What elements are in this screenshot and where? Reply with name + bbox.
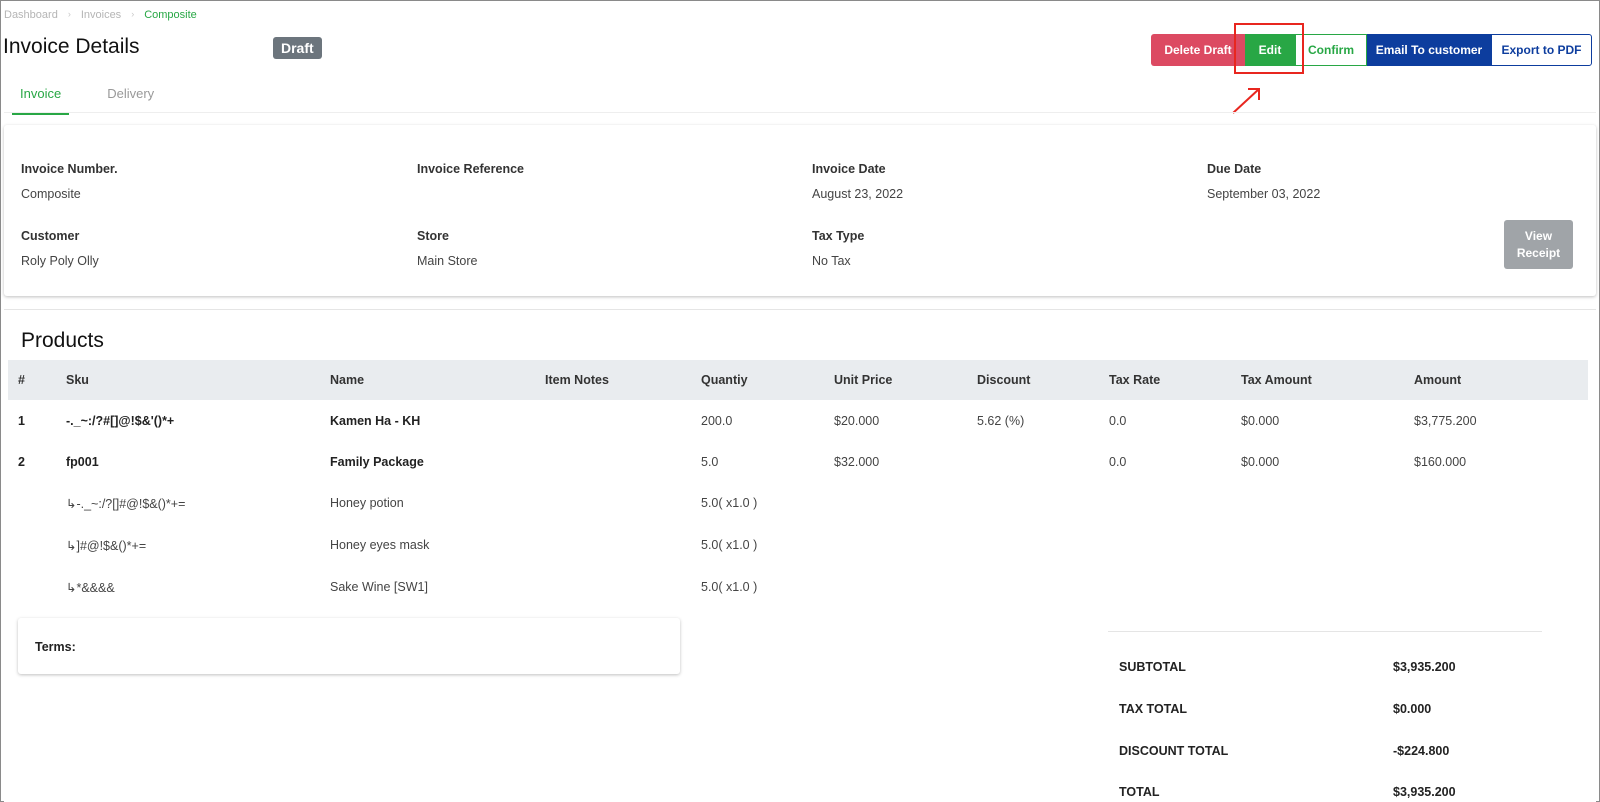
- table-row-1-name[interactable]: Kamen Ha - KH: [330, 414, 420, 428]
- sub-row-1-quantity: 5.0( x1.0 ): [701, 496, 758, 510]
- store-label: Store: [417, 229, 449, 243]
- column-header-amount: Amount: [1414, 373, 1462, 387]
- tab-invoice[interactable]: Invoice: [12, 78, 70, 115]
- breadcrumb-composite: Composite: [144, 9, 197, 21]
- table-row-2-quantity: 5.0: [701, 455, 719, 469]
- sub-row-3-sku: ↳*&&&&: [66, 581, 115, 595]
- page-title: Invoice Details: [3, 35, 140, 58]
- due-date-label: Due Date: [1207, 162, 1262, 176]
- table-row-1-amount: $3,775.200: [1414, 414, 1477, 428]
- column-header-name: Name: [330, 373, 365, 387]
- column-header-tax-amount: Tax Amount: [1241, 373, 1312, 387]
- view-receipt-button[interactable]: View Receipt: [1504, 220, 1573, 269]
- column-header-unit-price: Unit Price: [834, 373, 893, 387]
- discount-total-value: -$224.800: [1393, 744, 1450, 758]
- invoice-date-label: Invoice Date: [812, 162, 886, 176]
- table-row-1-number: 1: [18, 414, 25, 428]
- status-badge: Draft: [273, 37, 322, 59]
- sub-row-2-sku: ↳]#@!$&()*+=: [66, 539, 147, 553]
- store-value: Main Store: [417, 254, 478, 268]
- tax-type-field: Tax Type No Tax: [812, 229, 864, 268]
- discount-total-label: DISCOUNT TOTAL: [1119, 744, 1229, 758]
- sub-row-3-name: Sake Wine [SW1]: [330, 580, 428, 594]
- total-value: $3,935.200: [1393, 785, 1456, 799]
- export-to-pdf-button[interactable]: Export to PDF: [1491, 34, 1592, 66]
- customer-field: Customer Roly Poly Olly: [21, 229, 99, 268]
- tab-divider: [4, 112, 1596, 113]
- column-header-discount: Discount: [977, 373, 1031, 387]
- tax-total-label: TAX TOTAL: [1119, 702, 1188, 716]
- breadcrumb-separator-icon: ›: [67, 9, 71, 19]
- breadcrumb: Dashboard › Invoices › Composite: [4, 9, 197, 21]
- table-row-2-amount: $160.000: [1414, 455, 1467, 469]
- sub-row-2-quantity: 5.0( x1.0 ): [701, 538, 758, 552]
- table-row-1-sku: -._~:/?#[]@!$&'()*+: [66, 414, 175, 428]
- customer-value: Roly Poly Olly: [21, 254, 99, 268]
- column-header-tax-rate: Tax Rate: [1109, 373, 1161, 387]
- annotation-highlight-box: [1234, 23, 1304, 74]
- total-label: TOTAL: [1119, 785, 1160, 799]
- sub-row-3-quantity: 5.0( x1.0 ): [701, 580, 758, 594]
- sub-row-1-name: Honey potion: [330, 496, 404, 510]
- delete-draft-button[interactable]: Delete Draft: [1151, 34, 1245, 66]
- action-toolbar: Delete Draft Edit Confirm Email To custo…: [1151, 34, 1592, 66]
- table-row-2-tax-rate: 0.0: [1109, 455, 1127, 469]
- table-row-1-quantity: 200.0: [701, 414, 733, 428]
- tax-total-value: $0.000: [1393, 702, 1432, 716]
- confirm-button[interactable]: Confirm: [1295, 34, 1367, 66]
- invoice-date-value: August 23, 2022: [812, 187, 904, 201]
- store-field: Store Main Store: [417, 229, 477, 268]
- column-header-sku: Sku: [66, 373, 89, 387]
- tab-delivery[interactable]: Delivery: [99, 78, 162, 115]
- invoice-date-field: Invoice Date August 23, 2022: [812, 162, 903, 201]
- invoice-number-field: Invoice Number. Composite: [21, 162, 118, 201]
- email-to-customer-button[interactable]: Email To customer: [1367, 34, 1491, 66]
- table-row-1-discount: 5.62 (%): [977, 414, 1025, 428]
- column-header-quantity: Quantiy: [701, 373, 748, 387]
- table-row-2-name[interactable]: Family Package: [330, 455, 424, 469]
- breadcrumb-invoices[interactable]: Invoices: [81, 9, 121, 21]
- table-row-2-tax-amount: $0.000: [1241, 455, 1280, 469]
- tab-bar: Invoice Delivery: [12, 78, 162, 115]
- totals-divider: [1108, 631, 1542, 632]
- subtotal-label: SUBTOTAL: [1119, 660, 1186, 674]
- table-row-2-sku: fp001: [66, 455, 99, 469]
- sub-row-2-name: Honey eyes mask: [330, 538, 430, 552]
- sub-row-1-sku: ↳-._~:/?[]#@!$&()*+=: [66, 497, 186, 511]
- invoice-number-label: Invoice Number.: [21, 162, 118, 176]
- table-row-2-number: 2: [18, 455, 25, 469]
- products-table-header: [8, 360, 1588, 400]
- invoice-reference-label: Invoice Reference: [417, 162, 524, 176]
- table-row-1-unit-price: $20.000: [834, 414, 880, 428]
- table-row-2-unit-price: $32.000: [834, 455, 880, 469]
- breadcrumb-dashboard[interactable]: Dashboard: [4, 9, 58, 21]
- table-row-1-tax-rate: 0.0: [1109, 414, 1127, 428]
- column-header-item-notes: Item Notes: [545, 373, 609, 387]
- invoice-info-card: [4, 125, 1596, 296]
- terms-label: Terms:: [35, 640, 76, 654]
- table-row-1-tax-amount: $0.000: [1241, 414, 1280, 428]
- products-title: Products: [21, 329, 104, 352]
- invoice-number-value: Composite: [21, 187, 81, 201]
- tax-type-value: No Tax: [812, 254, 851, 268]
- subtotal-value: $3,935.200: [1393, 660, 1456, 674]
- customer-label: Customer: [21, 229, 80, 243]
- due-date-value: September 03, 2022: [1207, 187, 1321, 201]
- terms-card: [18, 618, 680, 674]
- column-header-number: #: [18, 373, 25, 387]
- tax-type-label: Tax Type: [812, 229, 865, 243]
- invoice-reference-field: Invoice Reference: [417, 162, 524, 187]
- breadcrumb-separator-icon: ›: [131, 9, 135, 19]
- due-date-field: Due Date September 03, 2022: [1207, 162, 1320, 201]
